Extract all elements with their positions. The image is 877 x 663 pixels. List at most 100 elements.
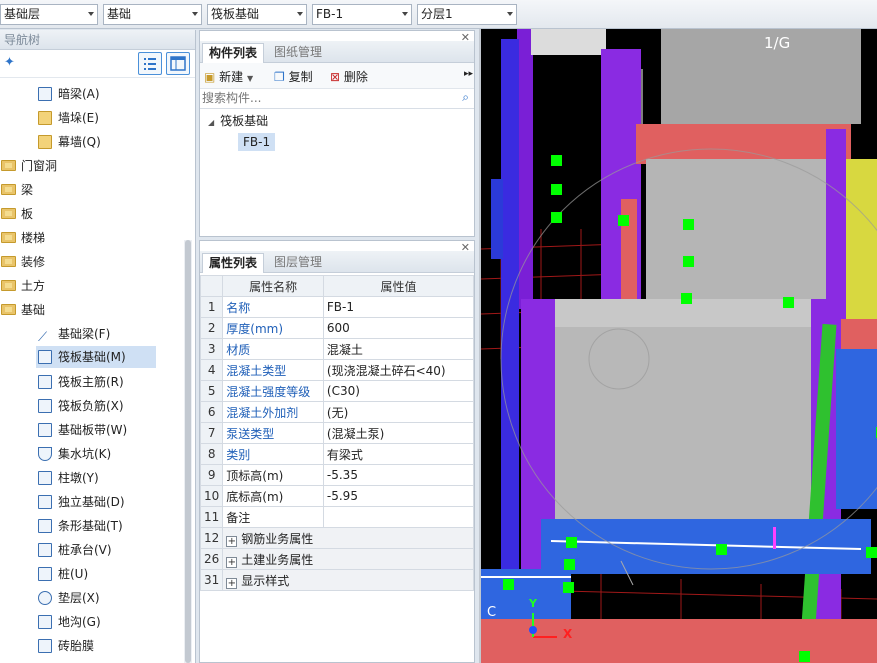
tree-item-dark-beam[interactable]: 暗梁(A) <box>38 83 104 105</box>
tree-item-foundation-strip[interactable]: 基础板带(W) <box>38 419 131 441</box>
tree-root-raft[interactable]: ◢ 筏板基础 <box>208 112 268 129</box>
tab-property-list[interactable]: 属性列表 <box>202 253 265 273</box>
tree-item-column-pier[interactable]: 柱墩(Y) <box>38 467 103 489</box>
delete-button[interactable]: ⊠ 删除 <box>330 68 368 85</box>
tree-item-label: 暗梁(A) <box>58 87 100 101</box>
property-value[interactable]: -5.95 <box>322 485 475 507</box>
row-index: 6 <box>199 401 224 423</box>
table-row[interactable]: 5 混凝土强度等级 (C30) <box>199 380 475 402</box>
folder-icon <box>1 208 16 219</box>
tree-item-pile[interactable]: 桩(U) <box>38 563 92 585</box>
model-canvas[interactable] <box>481 29 877 663</box>
tab-drawing-management[interactable]: 图纸管理 <box>268 43 328 63</box>
table-row[interactable]: 8 类别 有梁式 <box>199 443 475 465</box>
tree-item-label: 基础 <box>21 303 46 317</box>
tree-item-wall-pier[interactable]: 墙垛(E) <box>38 107 103 129</box>
property-name: 备注 <box>222 506 324 528</box>
category-select[interactable]: 基础 <box>103 4 202 25</box>
tree-item-earthwork[interactable]: 土方 <box>1 275 49 297</box>
curtain-wall-icon <box>38 135 52 149</box>
table-row[interactable]: 11 备注 <box>199 506 475 528</box>
sump-pit-icon <box>38 447 52 461</box>
table-row[interactable]: 9 顶标高(m) -5.35 <box>199 464 475 486</box>
property-value[interactable]: (混凝土泵) <box>322 422 475 444</box>
tree-item-foundation-beam[interactable]: ⟋ 基础梁(F) <box>38 323 114 345</box>
table-row[interactable]: 1 名称 FB-1 <box>199 296 475 318</box>
tree-item-slab[interactable]: 板 <box>1 203 37 225</box>
tree-item-raft-negative-rebar[interactable]: 筏板负筋(X) <box>38 395 128 417</box>
expand-icon[interactable]: + <box>226 556 238 568</box>
property-value[interactable] <box>322 506 475 528</box>
search-input[interactable] <box>200 89 450 107</box>
corner-label: C <box>487 605 497 620</box>
property-value[interactable]: -5.35 <box>322 464 475 486</box>
group-row[interactable]: 26 + 土建业务属性 <box>199 548 474 570</box>
property-value[interactable]: 混凝土 <box>322 338 475 360</box>
tree-child-fb1[interactable]: FB-1 <box>238 133 276 151</box>
table-row[interactable]: 7 泵送类型 (混凝土泵) <box>199 422 475 444</box>
tree-item-sump-pit[interactable]: 集水坑(K) <box>38 443 115 465</box>
group-cell[interactable]: + 土建业务属性 <box>222 548 474 570</box>
property-value[interactable]: (C30) <box>322 380 475 402</box>
expand-icon[interactable]: + <box>226 535 238 547</box>
tree-item-brick-mold[interactable]: 砖胎膜 <box>38 635 98 657</box>
group-row[interactable]: 31 + 显示样式 <box>199 569 474 591</box>
property-value[interactable]: FB-1 <box>322 296 475 318</box>
type-select[interactable]: 筏板基础 <box>207 4 307 25</box>
tree-item-curtain-wall[interactable]: 幕墙(Q) <box>38 131 105 153</box>
table-row[interactable]: 3 材质 混凝土 <box>199 338 475 360</box>
tab-component-list[interactable]: 构件列表 <box>202 43 265 63</box>
new-button[interactable]: ▣ 新建 ▼ <box>204 68 253 85</box>
table-row[interactable]: 6 混凝土外加剂 (无) <box>199 401 475 423</box>
component-select[interactable]: FB-1 <box>312 4 412 25</box>
copy-button[interactable]: ❐ 复制 <box>274 68 313 85</box>
tree-item-cushion[interactable]: 垫层(X) <box>38 587 104 609</box>
floor-select[interactable]: 基础层 <box>0 4 98 25</box>
tab-layer-management[interactable]: 图层管理 <box>268 253 328 273</box>
table-row[interactable]: 2 厚度(mm) 600 <box>199 317 475 339</box>
tree-item-decoration[interactable]: 装修 <box>1 251 49 273</box>
tree-item-beam[interactable]: 梁 <box>1 179 37 201</box>
3d-viewport[interactable]: 1/G C X Y <box>479 29 877 663</box>
tree-item-stairs[interactable]: 楼梯 <box>1 227 49 249</box>
chevron-down-icon <box>192 12 198 16</box>
tree-item-isolated-footing[interactable]: 独立基础(D) <box>38 491 129 513</box>
tree-item-trench[interactable]: 地沟(G) <box>38 611 105 633</box>
tree-item-openings[interactable]: 门窗洞 <box>1 155 61 177</box>
property-value[interactable]: (无) <box>322 401 475 423</box>
property-value[interactable]: 有梁式 <box>322 443 475 465</box>
search-icon[interactable]: ⌕ <box>462 90 469 105</box>
group-cell[interactable]: + 显示样式 <box>222 569 474 591</box>
tree-item-foundation[interactable]: 基础 <box>1 299 49 321</box>
tree-item-pile-cap[interactable]: 桩承台(V) <box>38 539 116 561</box>
trench-icon <box>38 615 52 629</box>
property-value[interactable]: 600 <box>322 317 475 339</box>
nav-scrollbar-thumb[interactable] <box>185 240 191 663</box>
expand-icon[interactable]: + <box>226 577 238 589</box>
sparkle-icon[interactable]: ✦ <box>4 55 15 70</box>
tree-item-label: 门窗洞 <box>21 159 58 173</box>
pile-icon <box>38 567 52 581</box>
group-cell[interactable]: + 钢筋业务属性 <box>222 527 474 549</box>
foundation-strip-icon <box>38 423 52 437</box>
tree-item-label: 条形基础(T) <box>58 519 123 533</box>
table-row[interactable]: 4 混凝土类型 (现浇混凝土碎石<40) <box>199 359 475 381</box>
group-row[interactable]: 12 + 钢筋业务属性 <box>199 527 474 549</box>
tree-item-raft-foundation[interactable]: 筏板基础(M) <box>36 346 156 368</box>
tree-item-strip-footing[interactable]: 条形基础(T) <box>38 515 127 537</box>
list-view-button[interactable] <box>138 52 162 75</box>
layer-select[interactable]: 分层1 <box>417 4 517 25</box>
detail-view-button[interactable] <box>166 52 190 75</box>
tree-item-raft-main-rebar[interactable]: 筏板主筋(R) <box>38 371 128 393</box>
property-name: 混凝土外加剂 <box>222 401 324 423</box>
layer-select-value: 分层1 <box>421 7 453 21</box>
property-name: 材质 <box>222 338 324 360</box>
more-icon[interactable]: ▸▸ <box>464 69 473 79</box>
header-name: 属性名称 <box>222 275 324 297</box>
nav-scrollbar[interactable] <box>184 240 192 663</box>
tree-item-label: 集水坑(K) <box>58 447 112 461</box>
folder-open-icon <box>1 304 16 315</box>
tree-item-label: 装修 <box>21 255 46 269</box>
property-value[interactable]: (现浇混凝土碎石<40) <box>322 359 475 381</box>
table-row[interactable]: 10 底标高(m) -5.95 <box>199 485 475 507</box>
